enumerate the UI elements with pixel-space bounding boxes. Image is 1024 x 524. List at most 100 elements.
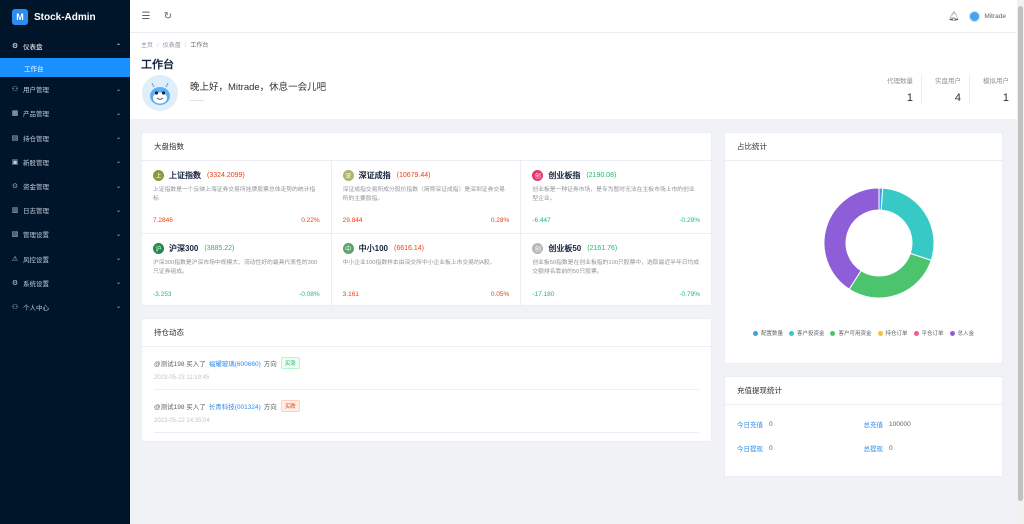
index-cell[interactable]: 中中小100 (6616.14) 中小企业100指数样本由深交所中小企业板上市交易的… — [332, 234, 522, 307]
log-icon: ▥ — [11, 207, 19, 215]
sidebar-item-label: 用户管理 — [23, 87, 49, 95]
user-avatar — [142, 75, 178, 111]
index-change-pct: -0.08% — [299, 291, 320, 298]
breadcrumb-sep: / — [184, 43, 187, 49]
recharge-value: 0 — [889, 444, 893, 452]
sidebar-item[interactable]: ▤ 持仓管理 ⌄ — [0, 126, 130, 150]
index-header: 创创业板50 (2161.76) — [532, 243, 700, 254]
stat-value: 1 — [906, 92, 913, 104]
recharge-label[interactable]: 总提现 — [864, 443, 884, 453]
sidebar-item[interactable]: ⚙ 仪表盘 ⌃ — [0, 34, 130, 58]
legend-dot-icon — [877, 330, 883, 336]
position-list: @测试198 买入了 福耀玻璃(600660) 方向 买涨 2023-05-23 11:… — [142, 347, 711, 433]
position-action: 买入了 — [186, 404, 206, 411]
profile-icon: ⚇ — [11, 303, 19, 311]
index-grid: 上上证指数 (3324.2099) 上证指数是一个反映上海证券交易所挂牌股票总体走势… — [142, 161, 711, 307]
refresh-icon[interactable]: ↻ — [162, 11, 174, 22]
direction-tag: 买跌 — [280, 400, 300, 412]
position-line: @测试198 买入了 长青科技(001324) 方向 买跌 — [154, 400, 699, 412]
index-cell[interactable]: 创创业板50 (2161.76) 创业板50指数是在创业板指的100只股票中，选取最… — [521, 234, 711, 307]
index-change: -17.180 — [532, 291, 555, 298]
recharge-label[interactable]: 总充值 — [864, 419, 884, 429]
legend-item[interactable]: 总入金 — [949, 329, 975, 337]
recharge-stat: 总充值 100000 — [864, 419, 991, 430]
position-icon: ▤ — [11, 134, 19, 142]
sidebar-item[interactable]: ▥ 日志管理 ⌄ — [0, 198, 130, 222]
mascot-icon — [142, 75, 178, 111]
position-line: @测试198 买入了 福耀玻璃(600660) 方向 买涨 — [154, 357, 699, 369]
index-change: -6.447 — [532, 217, 551, 224]
chevron-down-icon: ⌄ — [115, 183, 121, 190]
menu-fold-icon[interactable]: ☰ — [140, 11, 152, 22]
index-change: 3.161 — [342, 291, 359, 298]
sidebar-item[interactable]: ⊙ 资金管理 ⌄ — [0, 174, 130, 198]
chevron-down-icon: ⌄ — [115, 86, 121, 93]
index-description: 沪深300指数是沪深市场中规模大、流动性好的最具代表性的300只证券组成。 — [153, 260, 318, 275]
index-name: 上证指数 — [169, 171, 201, 180]
position-user: @测试198 — [154, 361, 185, 368]
index-footer: 29.844 0.28% — [343, 217, 510, 224]
position-stock-link[interactable]: 长青科技(001324) — [209, 401, 261, 411]
sidebar-item[interactable]: ▧ 管理设置 ⌄ — [0, 222, 130, 246]
index-badge-icon: 深 — [342, 170, 354, 181]
breadcrumb-home[interactable]: 主页 — [141, 43, 153, 49]
legend-item[interactable]: 客户可用资金 — [830, 329, 872, 337]
sidebar-item[interactable]: ⚇ 用户管理 ⌄ — [0, 77, 130, 101]
user-icon: ⚇ — [11, 86, 19, 94]
chevron-down-icon: ⌄ — [115, 207, 121, 214]
product-icon: ▦ — [11, 110, 19, 118]
donut-slice-2[interactable] — [848, 252, 932, 299]
recharge-stat: 今日提现 0 — [737, 443, 864, 454]
recharge-label[interactable]: 今日充值 — [737, 419, 763, 429]
avatar[interactable] — [969, 10, 981, 22]
bell-icon[interactable]: 🔔︎ — [948, 11, 959, 22]
donut-slice-1[interactable] — [880, 187, 935, 261]
page-scrollbar[interactable] — [1017, 0, 1024, 524]
legend-item[interactable]: 持仓订单 — [877, 329, 908, 337]
sidebar-item[interactable]: ▦ 产品管理 ⌄ — [0, 101, 130, 125]
index-cell[interactable]: 深深证成指 (10679.44) 深证成指交易所成分股价指数（简称深证成指）是深圳证… — [331, 161, 522, 234]
index-change: -3.253 — [153, 291, 172, 298]
index-change-pct: 0.28% — [490, 217, 510, 224]
sidebar-item[interactable]: ⚠ 风控设置 ⌄ — [0, 247, 130, 271]
donut-slice-5[interactable] — [823, 187, 880, 290]
index-cell[interactable]: 沪沪深300 (3885.22) 沪深300指数是沪深市场中规模大、流动性好的最具代… — [142, 234, 332, 307]
index-header: 深深证成指 (10679.44) — [342, 170, 510, 181]
index-cell[interactable]: 创创业板指 (2190.08) 创业板是一种证券市场，是专为暂时无法在主板市场上市的… — [521, 161, 711, 234]
sidebar-item[interactable]: ⚙ 系统设置 ⌄ — [0, 271, 130, 295]
app-name: Stock-Admin — [34, 11, 96, 23]
recharge-stat: 今日充值 0 — [737, 419, 864, 430]
legend-item[interactable]: 平仓订单 — [913, 329, 944, 337]
position-direction-label: 方向 — [263, 404, 277, 411]
sidebar-item-label: 风控设置 — [23, 256, 49, 264]
scroll-thumb[interactable] — [1018, 6, 1023, 501]
logo[interactable]: M Stock-Admin — [0, 0, 130, 34]
legend-item[interactable]: 配置数量 — [752, 329, 783, 337]
recharge-stat: 总提现 0 — [864, 443, 991, 454]
sidebar-item[interactable]: ⚇ 个人中心 ⌄ — [0, 295, 130, 319]
chevron-down-icon: ⌄ — [115, 110, 121, 117]
sidebar-item-label: 资金管理 — [23, 184, 49, 192]
index-description: 中小企业100指数样本由深交所中小企业板上市交易的A股。 — [342, 260, 496, 266]
sidebar-subitem-workbench[interactable]: 工作台 — [0, 58, 130, 78]
sidebar-item-label: 日志管理 — [23, 208, 49, 216]
sidebar-item[interactable]: ▣ 新股管理 ⌄ — [0, 150, 130, 174]
breadcrumb-dashboard[interactable]: 仪表盘 — [163, 43, 181, 49]
breadcrumb: 主页 / 仪表盘 / 工作台 — [141, 40, 208, 49]
breadcrumb-current: 工作台 — [190, 43, 209, 49]
logo-icon: M — [12, 9, 28, 25]
username[interactable]: Mitrade — [984, 13, 1006, 20]
recharge-label[interactable]: 今日提现 — [737, 443, 763, 453]
legend-item[interactable]: 客户投资金 — [788, 329, 824, 337]
legend-label: 总入金 — [957, 331, 975, 337]
position-stock-link[interactable]: 福耀玻璃(600660) — [209, 358, 261, 368]
donut-chart — [823, 187, 935, 299]
index-change: 7.2846 — [153, 217, 173, 224]
index-change-pct: -0.29% — [679, 217, 700, 224]
index-header: 沪沪深300 (3885.22) — [153, 243, 320, 254]
index-header: 创创业板指 (2190.08) — [532, 170, 700, 181]
index-cell[interactable]: 上上证指数 (3324.2099) 上证指数是一个反映上海证券交易所挂牌股票总体走势… — [142, 161, 332, 234]
stat-label: 模拟用户 — [983, 78, 1009, 85]
card-title: 持仓动态 — [142, 319, 711, 347]
index-header: 中中小100 (6616.14) — [342, 243, 510, 254]
